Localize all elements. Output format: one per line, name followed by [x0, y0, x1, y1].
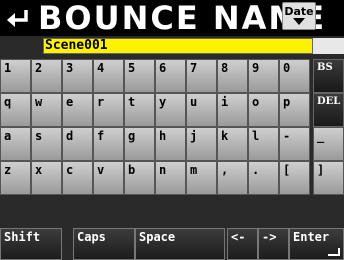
- key[interactable]: y: [155, 93, 186, 127]
- cursor-right-key[interactable]: ->: [258, 228, 289, 260]
- bounce-name-screen: BOUNCE NAME Date Scene001 1 2 3 4 5 6 7 …: [0, 0, 344, 260]
- key[interactable]: u: [186, 93, 217, 127]
- key[interactable]: q: [0, 93, 31, 127]
- key[interactable]: o: [248, 93, 279, 127]
- enter-key[interactable]: Enter: [289, 228, 344, 260]
- key[interactable]: x: [31, 161, 62, 195]
- back-button[interactable]: [0, 0, 36, 36]
- key[interactable]: b: [124, 161, 155, 195]
- key[interactable]: t: [124, 93, 155, 127]
- key[interactable]: r: [93, 93, 124, 127]
- key[interactable]: -: [279, 127, 310, 161]
- enter-key-label: Enter: [293, 230, 330, 244]
- key[interactable]: ,: [217, 161, 248, 195]
- key[interactable]: i: [217, 93, 248, 127]
- key[interactable]: 9: [248, 59, 279, 93]
- delete-key[interactable]: DEL: [313, 93, 344, 127]
- enter-corner-icon: [328, 248, 340, 256]
- key[interactable]: z: [0, 161, 31, 195]
- cursor-left-key[interactable]: <-: [227, 228, 258, 260]
- return-arrow-icon: [7, 10, 28, 27]
- key[interactable]: n: [155, 161, 186, 195]
- key[interactable]: g: [124, 127, 155, 161]
- name-input[interactable]: Scene001: [43, 38, 313, 54]
- key[interactable]: 6: [155, 59, 186, 93]
- key[interactable]: 3: [62, 59, 93, 93]
- key[interactable]: [: [279, 161, 310, 195]
- key[interactable]: e: [62, 93, 93, 127]
- key[interactable]: 5: [124, 59, 155, 93]
- shift-key[interactable]: Shift: [0, 228, 62, 260]
- date-sort-button[interactable]: Date: [282, 2, 316, 30]
- key[interactable]: p: [279, 93, 310, 127]
- key[interactable]: m: [186, 161, 217, 195]
- key[interactable]: ]: [313, 161, 344, 195]
- key[interactable]: w: [31, 93, 62, 127]
- key[interactable]: 8: [217, 59, 248, 93]
- title-bar: BOUNCE NAME Date: [0, 0, 344, 36]
- key[interactable]: f: [93, 127, 124, 161]
- key[interactable]: 2: [31, 59, 62, 93]
- key[interactable]: 4: [93, 59, 124, 93]
- backspace-key[interactable]: BS: [313, 59, 344, 93]
- key[interactable]: _: [313, 127, 344, 161]
- key[interactable]: d: [62, 127, 93, 161]
- key[interactable]: j: [186, 127, 217, 161]
- name-field-cap: [313, 38, 344, 54]
- key[interactable]: l: [248, 127, 279, 161]
- key[interactable]: 0: [279, 59, 310, 93]
- key[interactable]: c: [62, 161, 93, 195]
- date-button-label: Date: [284, 5, 314, 18]
- triangle-down-icon: [293, 18, 305, 25]
- key[interactable]: a: [0, 127, 31, 161]
- space-key[interactable]: Space: [135, 228, 225, 260]
- key[interactable]: s: [31, 127, 62, 161]
- key[interactable]: 7: [186, 59, 217, 93]
- key[interactable]: v: [93, 161, 124, 195]
- key[interactable]: .: [248, 161, 279, 195]
- caps-key[interactable]: Caps: [73, 228, 135, 260]
- key[interactable]: 1: [0, 59, 31, 93]
- page-title: BOUNCE NAME: [38, 0, 327, 37]
- key[interactable]: k: [217, 127, 248, 161]
- key[interactable]: h: [155, 127, 186, 161]
